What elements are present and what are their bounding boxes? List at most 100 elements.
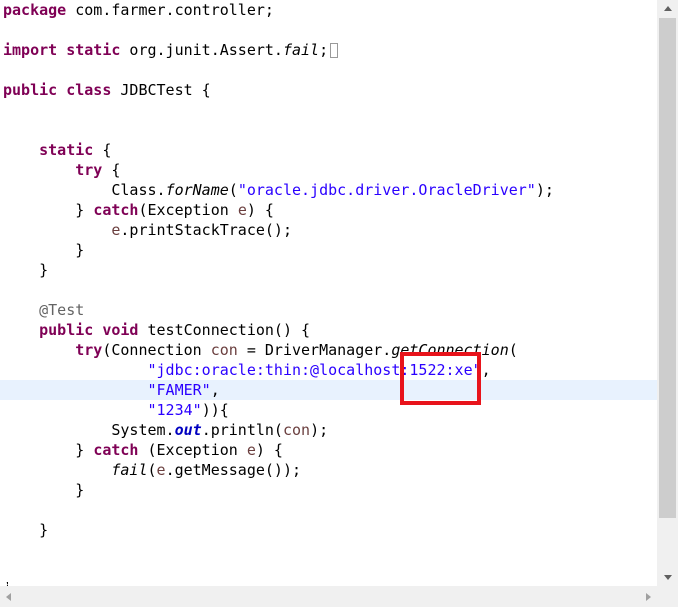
code-line: } catch (Exception e) {	[3, 440, 283, 460]
code-line: package com.farmer.controller;	[3, 0, 274, 20]
code-line: fail(e.getMessage());	[3, 460, 301, 480]
code-line: try {	[3, 160, 120, 180]
keyword-token: class	[66, 81, 112, 99]
code-text: System.	[3, 421, 175, 439]
code-text: .println(	[201, 421, 283, 439]
code-line: "1234")){	[3, 400, 229, 420]
keyword-token: void	[102, 321, 139, 339]
code-text: }	[3, 261, 49, 279]
code-text: }	[3, 521, 49, 539]
code-text: (	[508, 341, 518, 359]
variable-token: e	[237, 201, 247, 219]
variable-token: e	[156, 461, 166, 479]
static-method-token: forName	[165, 181, 229, 199]
code-line: "FAMER",	[3, 380, 220, 400]
vertical-scrollbar[interactable]	[657, 0, 678, 586]
annotation-token: @Test	[39, 301, 85, 319]
string-token: "1234"	[147, 401, 202, 419]
code-line: System.out.println(con);	[3, 420, 328, 440]
code-text: (Exception	[138, 441, 247, 459]
code-line: import static org.junit.Assert.fail;	[3, 40, 339, 60]
code-line: public class JDBCTest {	[3, 80, 211, 100]
code-text: .getMessage());	[165, 461, 302, 479]
horizontal-scrollbar[interactable]	[0, 586, 657, 607]
code-text: ;	[319, 41, 329, 59]
code-text: (	[147, 461, 157, 479]
code-line: } catch(Exception e) {	[3, 200, 274, 220]
code-line: e.printStackTrace();	[3, 220, 292, 240]
code-line: }	[3, 240, 84, 260]
static-method-token: fail	[111, 461, 148, 479]
keyword-token: catch	[93, 201, 139, 219]
static-field-token: out	[174, 421, 202, 439]
scroll-right-icon[interactable]	[640, 586, 657, 607]
scroll-up-icon[interactable]	[657, 0, 678, 17]
keyword-token: static	[39, 141, 94, 159]
code-text: ,	[481, 361, 491, 379]
code-text: ) {	[246, 201, 274, 219]
code-text: )){	[201, 401, 229, 419]
code-text: testConnection() {	[138, 321, 311, 339]
code-text: (Connection	[102, 341, 211, 359]
keyword-token: import	[3, 41, 58, 59]
code-line: public void testConnection() {	[3, 320, 310, 340]
red-highlight-box	[400, 352, 481, 405]
string-token: "oracle.jdbc.driver.OracleDriver"	[237, 181, 536, 199]
code-text: {	[93, 141, 112, 159]
code-text: org.junit.Assert.	[120, 41, 283, 59]
scrollbar-corner	[657, 586, 678, 607]
static-method-token: fail	[282, 41, 320, 59]
code-text: .printStackTrace();	[120, 221, 292, 239]
fold-marker-icon[interactable]	[330, 43, 339, 58]
code-text: = DriverManager.	[237, 341, 392, 359]
code-line: }	[3, 520, 48, 540]
code-line: Class.forName("oracle.jdbc.driver.Oracle…	[3, 180, 554, 200]
keyword-token: public	[39, 321, 94, 339]
keyword-token: static	[66, 41, 121, 59]
keyword-token: public	[3, 81, 58, 99]
code-line: }	[3, 260, 48, 280]
code-text: {	[102, 161, 121, 179]
keyword-token: try	[75, 161, 103, 179]
code-text: ,	[210, 381, 220, 399]
code-text: );	[310, 421, 329, 439]
code-text: JDBCTest {	[111, 81, 211, 99]
code-text: com.farmer.controller;	[66, 1, 274, 19]
code-text: ) {	[255, 441, 283, 459]
code-line: static {	[3, 140, 111, 160]
vertical-scroll-thumb[interactable]	[659, 18, 676, 518]
code-editor[interactable]: package com.farmer.controller; import sta…	[0, 0, 657, 586]
code-text: }	[3, 441, 94, 459]
code-text: }	[3, 241, 85, 259]
keyword-token: try	[75, 341, 103, 359]
code-line: }	[3, 480, 84, 500]
code-text: Class.	[3, 181, 166, 199]
variable-token: con	[210, 341, 238, 359]
scroll-down-icon[interactable]	[657, 569, 678, 586]
code-text: (	[228, 181, 238, 199]
keyword-token: package	[3, 1, 67, 19]
variable-token: e	[246, 441, 256, 459]
variable-token: con	[282, 421, 311, 439]
code-line: @Test	[3, 300, 84, 320]
string-token: "FAMER"	[147, 381, 211, 399]
scroll-left-icon[interactable]	[0, 586, 17, 607]
code-text: );	[535, 181, 554, 199]
keyword-token: catch	[93, 441, 139, 459]
code-text: (Exception	[138, 201, 238, 219]
code-text: }	[3, 481, 85, 499]
code-text: }	[3, 201, 94, 219]
